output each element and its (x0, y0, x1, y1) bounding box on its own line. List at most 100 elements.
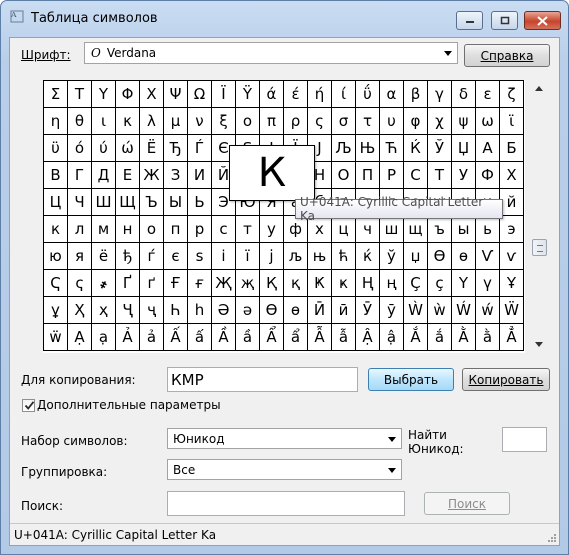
character-cell[interactable]: Ҫ (404, 270, 428, 297)
character-cell[interactable]: ẫ (332, 324, 356, 351)
select-button[interactable]: Выбрать (368, 368, 454, 391)
character-cell[interactable]: э (500, 216, 524, 243)
scroll-down-arrow-icon[interactable] (535, 342, 543, 347)
character-cell[interactable]: Ẫ (308, 324, 332, 351)
character-cell[interactable]: σ (332, 108, 356, 135)
character-cell[interactable]: Ҷ (116, 297, 140, 324)
character-cell[interactable]: φ (404, 108, 428, 135)
help-button[interactable]: Справка (464, 44, 550, 67)
character-cell[interactable]: і (212, 243, 236, 270)
character-cell[interactable]: Ґ (116, 270, 140, 297)
character-cell[interactable]: ζ (500, 81, 524, 108)
character-cell[interactable]: ẩ (284, 324, 308, 351)
character-cell[interactable]: ў (380, 243, 404, 270)
character-cell[interactable]: ү (476, 270, 500, 297)
character-cell[interactable]: Ấ (164, 324, 188, 351)
character-cell[interactable]: Υ (92, 81, 116, 108)
character-cell[interactable]: Ψ (164, 81, 188, 108)
character-cell[interactable]: ќ (356, 243, 380, 270)
grouping-select[interactable]: Все (167, 459, 402, 480)
character-cell[interactable]: Ң (356, 270, 380, 297)
character-cell[interactable]: Љ (332, 135, 356, 162)
character-cell[interactable]: η (44, 108, 68, 135)
character-cell[interactable]: Ћ (380, 135, 404, 162)
character-cell[interactable]: έ (284, 81, 308, 108)
character-cell[interactable]: Χ (140, 81, 164, 108)
character-cell[interactable]: ө (284, 297, 308, 324)
character-cell[interactable]: һ (188, 297, 212, 324)
character-cell[interactable]: њ (308, 243, 332, 270)
character-cell[interactable]: Т (428, 162, 452, 189)
character-cell[interactable]: Ѳ (428, 243, 452, 270)
character-cell[interactable]: Қ (260, 270, 284, 297)
character-cell[interactable]: ѳ (452, 243, 476, 270)
character-cell[interactable]: Ϋ (236, 81, 260, 108)
character-cell[interactable]: Щ (116, 189, 140, 216)
character-cell[interactable]: ӯ (380, 297, 404, 324)
character-cell[interactable]: Һ (164, 297, 188, 324)
character-cell[interactable]: И (188, 162, 212, 189)
character-cell[interactable]: χ (428, 108, 452, 135)
character-cell[interactable]: ώ (116, 135, 140, 162)
character-cell[interactable]: н (116, 216, 140, 243)
character-cell[interactable]: ả (140, 324, 164, 351)
character-cell[interactable]: θ (68, 108, 92, 135)
title-bar[interactable]: ᴬ Таблица символов (1, 1, 568, 33)
character-cell[interactable]: Ь (188, 189, 212, 216)
maximize-button[interactable] (491, 11, 518, 30)
character-cell[interactable]: ά (260, 81, 284, 108)
character-cell[interactable]: ҝ (332, 270, 356, 297)
character-cell[interactable]: Е (116, 162, 140, 189)
character-cell[interactable]: ғ (188, 270, 212, 297)
character-cell[interactable]: ο (236, 108, 260, 135)
character-cell[interactable]: ầ (236, 324, 260, 351)
character-cell[interactable]: π (260, 108, 284, 135)
character-cell[interactable]: Ч (68, 189, 92, 216)
font-select[interactable]: O Verdana (84, 42, 458, 64)
character-cell[interactable]: Ө (260, 297, 284, 324)
character-cell[interactable]: я (68, 243, 92, 270)
character-cell[interactable]: ћ (332, 243, 356, 270)
character-cell[interactable]: Ả (116, 324, 140, 351)
character-cell[interactable]: ұ (44, 297, 68, 324)
copy-field[interactable]: КМР (167, 367, 358, 392)
character-cell[interactable]: ї (236, 243, 260, 270)
character-cell[interactable]: Ẅ (500, 297, 524, 324)
character-cell[interactable]: В (44, 162, 68, 189)
character-cell[interactable]: ẁ (428, 297, 452, 324)
character-cell[interactable]: љ (284, 243, 308, 270)
character-cell[interactable]: Ғ (164, 270, 188, 297)
character-cell[interactable]: А (476, 135, 500, 162)
character-cell[interactable]: ẅ (44, 324, 68, 351)
character-cell[interactable]: Ẩ (260, 324, 284, 351)
character-cell[interactable]: Х (500, 162, 524, 189)
character-cell[interactable]: ν (188, 108, 212, 135)
character-cell[interactable]: р (188, 216, 212, 243)
character-cell[interactable]: Ҁ (44, 270, 68, 297)
character-cell[interactable]: Ш (92, 189, 116, 216)
character-cell[interactable]: ψ (452, 108, 476, 135)
character-cell[interactable]: Ў (428, 135, 452, 162)
character-cell[interactable]: ắ (428, 324, 452, 351)
character-cell[interactable]: ѕ (188, 243, 212, 270)
character-cell[interactable]: Њ (356, 135, 380, 162)
grid-scrollbar[interactable] (531, 80, 548, 353)
character-cell[interactable]: Џ (452, 135, 476, 162)
character-cell[interactable]: Ү (452, 270, 476, 297)
character-cell[interactable]: ј (260, 243, 284, 270)
search-button[interactable]: Поиск (424, 492, 510, 515)
character-cell[interactable]: μ (164, 108, 188, 135)
character-cell[interactable]: κ (116, 108, 140, 135)
character-cell[interactable]: τ (356, 108, 380, 135)
character-cell[interactable]: У (452, 162, 476, 189)
character-cell[interactable]: ấ (188, 324, 212, 351)
character-cell[interactable]: ҳ (92, 297, 116, 324)
character-cell[interactable]: ΰ (356, 81, 380, 108)
advanced-options-checkbox[interactable] (22, 399, 35, 412)
character-cell[interactable]: ς (308, 108, 332, 135)
character-cell[interactable]: Ӣ (308, 297, 332, 324)
character-cell[interactable]: ѵ (500, 243, 524, 270)
search-input[interactable] (167, 491, 405, 516)
character-cell[interactable]: Ϊ (212, 81, 236, 108)
character-cell[interactable]: ậ (380, 324, 404, 351)
